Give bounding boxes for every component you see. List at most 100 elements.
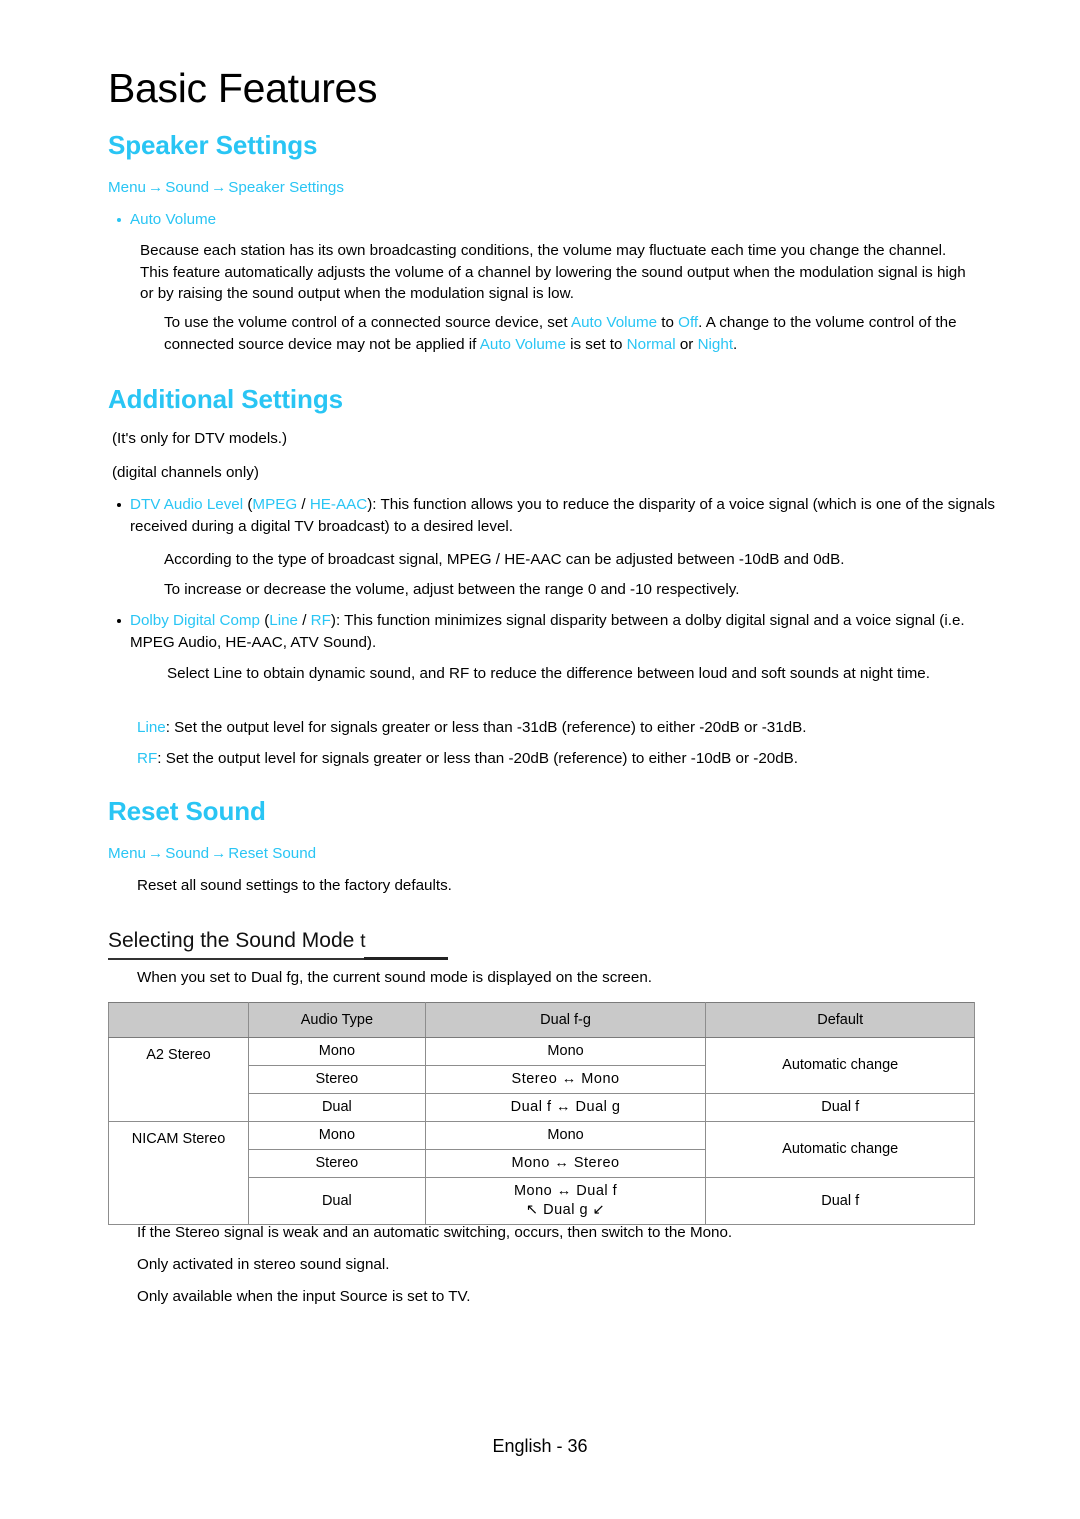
breadcrumb-item-menu[interactable]: Menu bbox=[108, 845, 146, 862]
table-head: Audio Type Dual f-g Default bbox=[107, 1002, 975, 1038]
arrow-right-icon: → bbox=[148, 845, 164, 862]
note-stereo-weak: If the Stereo signal is weak and an auto… bbox=[137, 1224, 733, 1241]
table-header-default: Default bbox=[705, 1002, 975, 1038]
bullet-list-dolby-digital-comp: Dolby Digital Comp (Line / RF): This fun… bbox=[108, 610, 998, 653]
table-cell-audio-type: Mono bbox=[248, 1121, 426, 1150]
link-normal: Normal bbox=[626, 335, 676, 353]
text-run: or bbox=[675, 335, 698, 353]
paragraph-auto-volume-desc: Because each station has its own broadca… bbox=[140, 242, 966, 302]
breadcrumb-reset-sound: Menu → Sound → Reset Sound bbox=[108, 843, 316, 864]
heading-additional-settings-wrap: Additional Settings bbox=[108, 385, 343, 414]
note-dtv-models: (It's only for DTV models.) bbox=[112, 430, 288, 447]
link-auto-volume-2: Auto Volume bbox=[479, 335, 566, 353]
table-cell-dual: Stereo ↔ Mono bbox=[424, 1065, 707, 1094]
paragraph-line-definition: Line: Set the output level for signals g… bbox=[137, 717, 972, 739]
table-cell-audio-type: Dual bbox=[248, 1093, 426, 1122]
subheading-rule-bold bbox=[364, 957, 448, 960]
table-cell-dual-line2: ↖ Dual g ↙ bbox=[525, 1202, 606, 1218]
arrow-right-icon: → bbox=[211, 179, 227, 196]
table-cell-default: Automatic change bbox=[705, 1037, 975, 1094]
table-cell-audio-type: Dual bbox=[248, 1177, 426, 1225]
paragraph-rf-definition: RF: Set the output level for signals gre… bbox=[137, 748, 972, 770]
link-mpeg: MPEG bbox=[252, 496, 298, 513]
list-item-label: Auto Volume bbox=[130, 211, 217, 228]
note-stereo-only: Only activated in stereo sound signal. bbox=[137, 1256, 390, 1273]
breadcrumb-speaker-settings: Menu → Sound → Speaker Settings bbox=[108, 177, 344, 198]
subheading-sound-mode: Selecting the Sound Mode t bbox=[108, 928, 448, 955]
document-page: Basic Features Speaker Settings Menu → Sou… bbox=[0, 0, 1080, 1519]
table-cell-group-a2-stereo: A2 Stereo bbox=[107, 1037, 250, 1122]
sound-mode-table-wrap: Audio Type Dual f-g Default A2 Stereo Mo… bbox=[107, 1002, 975, 1225]
paragraph-sound-mode-intro: When you set to Dual fg, the current sou… bbox=[137, 969, 652, 986]
link-rf-def: RF bbox=[137, 750, 158, 767]
table-cell-audio-type: Stereo bbox=[248, 1149, 426, 1178]
paragraph-reset-sound-desc: Reset all sound settings to the factory … bbox=[137, 877, 452, 894]
table-body: A2 Stereo Mono Mono Automatic change Ste… bbox=[107, 1037, 975, 1225]
link-dtv-audio-level: DTV Audio Level bbox=[130, 496, 244, 513]
paragraph-text: Line: Set the output level for signals g… bbox=[137, 717, 972, 739]
table-cell-dual-multiline: Mono ↔ Dual f ↖ Dual g ↙ bbox=[424, 1177, 707, 1225]
table-cell-dual: Mono ↔ Stereo bbox=[424, 1149, 707, 1178]
text-run: : Set the output level for signals great… bbox=[157, 750, 799, 767]
arrow-right-icon: → bbox=[148, 179, 164, 196]
paragraph-text: To use the volume control of a connected… bbox=[164, 312, 974, 355]
heading-additional-settings: Additional Settings bbox=[108, 384, 343, 414]
link-he-aac: HE-AAC bbox=[309, 496, 368, 513]
subheading-label: Selecting the Sound Mode bbox=[108, 929, 355, 952]
arrow-right-icon: → bbox=[211, 845, 227, 862]
bullet-list-auto-volume: Auto Volume bbox=[108, 209, 968, 231]
breadcrumb-item-sound[interactable]: Sound bbox=[165, 179, 209, 196]
breadcrumb-item-speaker-settings[interactable]: Speaker Settings bbox=[228, 179, 344, 196]
sound-mode-table: Audio Type Dual f-g Default A2 Stereo Mo… bbox=[107, 1002, 975, 1225]
list-item-dtv-audio-level: DTV Audio Level (MPEG / HE-AAC): This fu… bbox=[108, 494, 1003, 537]
text-run: ( bbox=[259, 612, 270, 629]
paragraph-dtv-range: According to the type of broadcast signa… bbox=[164, 551, 845, 568]
table-cell-default: Dual f bbox=[705, 1177, 975, 1225]
note-source-tv: Only available when the input Source is … bbox=[137, 1288, 471, 1305]
table-cell-audio-type: Mono bbox=[248, 1037, 426, 1066]
table-row: A2 Stereo Mono Mono Automatic change bbox=[107, 1037, 975, 1122]
heading-reset-sound: Reset Sound bbox=[108, 796, 266, 826]
link-night: Night bbox=[697, 335, 734, 353]
table-cell-audio-type: Stereo bbox=[248, 1065, 426, 1094]
table-cell-dual: Dual f ↔ Dual g bbox=[424, 1093, 707, 1122]
table-cell-dual-line1: Mono ↔ Dual f bbox=[513, 1183, 618, 1199]
page-footer: English - 36 bbox=[492, 1436, 588, 1456]
link-line-def: Line bbox=[137, 719, 166, 736]
list-item-auto-volume: Auto Volume bbox=[108, 209, 968, 231]
table-header-blank bbox=[107, 1002, 250, 1038]
table-cell-dual: Mono bbox=[424, 1121, 707, 1150]
table-header-row: Audio Type Dual f-g Default bbox=[107, 1002, 975, 1038]
text-run: to bbox=[657, 314, 679, 331]
text-run: To use the volume control of a connected… bbox=[164, 314, 571, 331]
table-cell-default: Dual f bbox=[705, 1093, 975, 1122]
breadcrumb-item-reset-sound[interactable]: Reset Sound bbox=[228, 845, 316, 862]
list-item-dolby-digital-comp: Dolby Digital Comp (Line / RF): This fun… bbox=[108, 610, 998, 653]
table-cell-default: Automatic change bbox=[705, 1121, 975, 1178]
link-off: Off bbox=[678, 314, 699, 331]
subheading-suffix: t bbox=[360, 931, 366, 952]
link-rf: RF bbox=[310, 612, 331, 629]
link-line: Line bbox=[269, 612, 298, 629]
note-digital-channels: (digital channels only) bbox=[112, 464, 259, 481]
subheading-sound-mode-wrap: Selecting the Sound Mode t bbox=[108, 928, 448, 960]
breadcrumb-item-sound[interactable]: Sound bbox=[165, 845, 209, 862]
page-title: Basic Features bbox=[108, 65, 378, 111]
text-run: . bbox=[733, 335, 738, 353]
paragraph-text: RF: Set the output level for signals gre… bbox=[137, 748, 972, 770]
breadcrumb-item-menu[interactable]: Menu bbox=[108, 179, 146, 196]
paragraph-dtv-volume: To increase or decrease the volume, adju… bbox=[164, 581, 740, 598]
paragraph-auto-volume-note: To use the volume control of a connected… bbox=[164, 312, 974, 355]
table-header-dual-fg: Dual f-g bbox=[424, 1002, 707, 1038]
table-header-audio-type: Audio Type bbox=[248, 1002, 426, 1038]
heading-speaker-settings-wrap: Speaker Settings bbox=[108, 131, 317, 160]
link-auto-volume: Auto Volume bbox=[570, 314, 658, 331]
text-run: / bbox=[297, 612, 311, 629]
table-cell-group-nicam-stereo: NICAM Stereo bbox=[107, 1121, 250, 1225]
heading-reset-sound-wrap: Reset Sound bbox=[108, 797, 266, 826]
table-cell-dual: Mono bbox=[424, 1037, 707, 1066]
heading-speaker-settings: Speaker Settings bbox=[108, 130, 318, 160]
text-run: : Set the output level for signals great… bbox=[165, 719, 807, 736]
link-dolby-digital-comp: Dolby Digital Comp bbox=[130, 612, 260, 629]
text-run: / bbox=[297, 496, 310, 513]
